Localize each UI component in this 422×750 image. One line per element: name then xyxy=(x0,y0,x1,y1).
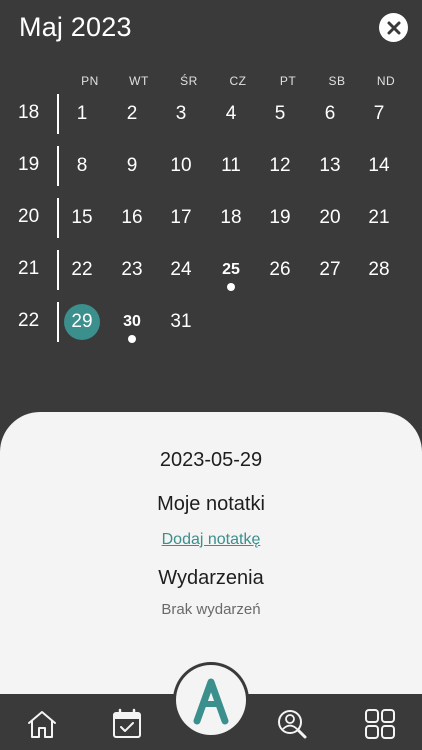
home-icon xyxy=(28,711,56,738)
weekday-label: ŚR xyxy=(180,74,198,88)
calendar-day-selected[interactable]: 29 xyxy=(64,304,100,340)
calendar-day[interactable]: 24 xyxy=(161,250,201,290)
week-number: 20 xyxy=(18,206,40,227)
week-divider xyxy=(57,302,59,342)
calendar-day[interactable]: 11 xyxy=(211,146,251,186)
week-divider xyxy=(57,250,59,290)
nav-calendar[interactable] xyxy=(107,706,147,742)
center-app-button-face xyxy=(176,665,246,735)
weekday-label: PT xyxy=(279,74,297,88)
notes-heading: Moje notatki xyxy=(157,493,265,515)
week-row: 18 1 2 3 4 5 6 7 xyxy=(0,94,422,148)
calendar-day[interactable]: 3 xyxy=(161,94,201,134)
weekday-label: PN xyxy=(81,74,99,88)
close-button[interactable] xyxy=(379,13,408,42)
calendar-day[interactable]: 19 xyxy=(260,198,300,238)
calendar-day[interactable]: 18 xyxy=(211,198,251,238)
no-events-text: Brak wydarzeń xyxy=(161,601,261,618)
event-indicator-dot xyxy=(227,283,235,291)
calendar-day[interactable]: 4 xyxy=(211,94,251,134)
grid-icon xyxy=(365,709,395,739)
calendar-day[interactable]: 27 xyxy=(310,250,350,290)
calendar-day[interactable]: 21 xyxy=(359,198,399,238)
add-note-link[interactable]: Dodaj notatkę xyxy=(0,531,422,549)
calendar-day[interactable]: 26 xyxy=(260,250,300,290)
week-number: 21 xyxy=(18,258,40,279)
week-row: 20 15 16 17 18 19 20 21 xyxy=(0,198,422,252)
event-indicator-dot xyxy=(128,335,136,343)
weekday-label: WT xyxy=(129,74,149,88)
calendar-day[interactable]: 15 xyxy=(62,198,102,238)
calendar-day[interactable]: 7 xyxy=(359,94,399,134)
week-row: 22 29 30 31 xyxy=(0,302,422,356)
weekday-header-row: PN WT ŚR CZ PT SB ND xyxy=(0,74,422,92)
calendar-day[interactable]: 23 xyxy=(112,250,152,290)
week-divider xyxy=(57,198,59,238)
selected-date: 2023-05-29 xyxy=(159,449,263,471)
week-number: 22 xyxy=(18,310,40,331)
app-logo-icon xyxy=(193,678,229,725)
calendar-day[interactable]: 5 xyxy=(260,94,300,134)
center-app-button[interactable] xyxy=(173,662,249,738)
week-divider xyxy=(57,146,59,186)
calendar-day[interactable]: 28 xyxy=(359,250,399,290)
week-number: 18 xyxy=(18,102,40,123)
close-icon xyxy=(387,21,400,34)
week-row: 21 22 23 24 25 26 27 28 xyxy=(0,250,422,304)
calendar-day[interactable]: 6 xyxy=(310,94,350,134)
calendar-day[interactable]: 1 xyxy=(62,94,102,134)
calendar-header: Maj 2023 xyxy=(0,0,422,60)
calendar-check-icon xyxy=(113,708,141,738)
user-search-icon xyxy=(278,710,307,739)
calendar-day[interactable]: 13 xyxy=(310,146,350,186)
weekday-label: SB xyxy=(328,74,346,88)
calendar-day[interactable]: 31 xyxy=(161,302,201,342)
calendar-day[interactable]: 2 xyxy=(112,94,152,134)
calendar-day[interactable]: 20 xyxy=(310,198,350,238)
day-details-sheet: 2023-05-29 Moje notatki Dodaj notatkę Wy… xyxy=(0,412,422,694)
week-number: 19 xyxy=(18,154,40,175)
calendar-day[interactable]: 10 xyxy=(161,146,201,186)
calendar-day[interactable]: 22 xyxy=(62,250,102,290)
calendar-day[interactable]: 9 xyxy=(112,146,152,186)
calendar-day[interactable]: 17 xyxy=(161,198,201,238)
weekday-label: CZ xyxy=(229,74,247,88)
nav-menu-grid[interactable] xyxy=(360,706,400,742)
weekday-label: ND xyxy=(376,74,396,88)
events-heading: Wydarzenia xyxy=(158,567,264,589)
calendar-day[interactable]: 12 xyxy=(260,146,300,186)
month-title: Maj 2023 xyxy=(19,12,132,42)
calendar-day[interactable]: 14 xyxy=(359,146,399,186)
week-row: 19 8 9 10 11 12 13 14 xyxy=(0,146,422,200)
calendar-day[interactable]: 8 xyxy=(62,146,102,186)
week-divider xyxy=(57,94,59,134)
nav-profile-search[interactable] xyxy=(272,706,312,742)
calendar-day[interactable]: 16 xyxy=(112,198,152,238)
nav-home[interactable] xyxy=(22,706,62,742)
